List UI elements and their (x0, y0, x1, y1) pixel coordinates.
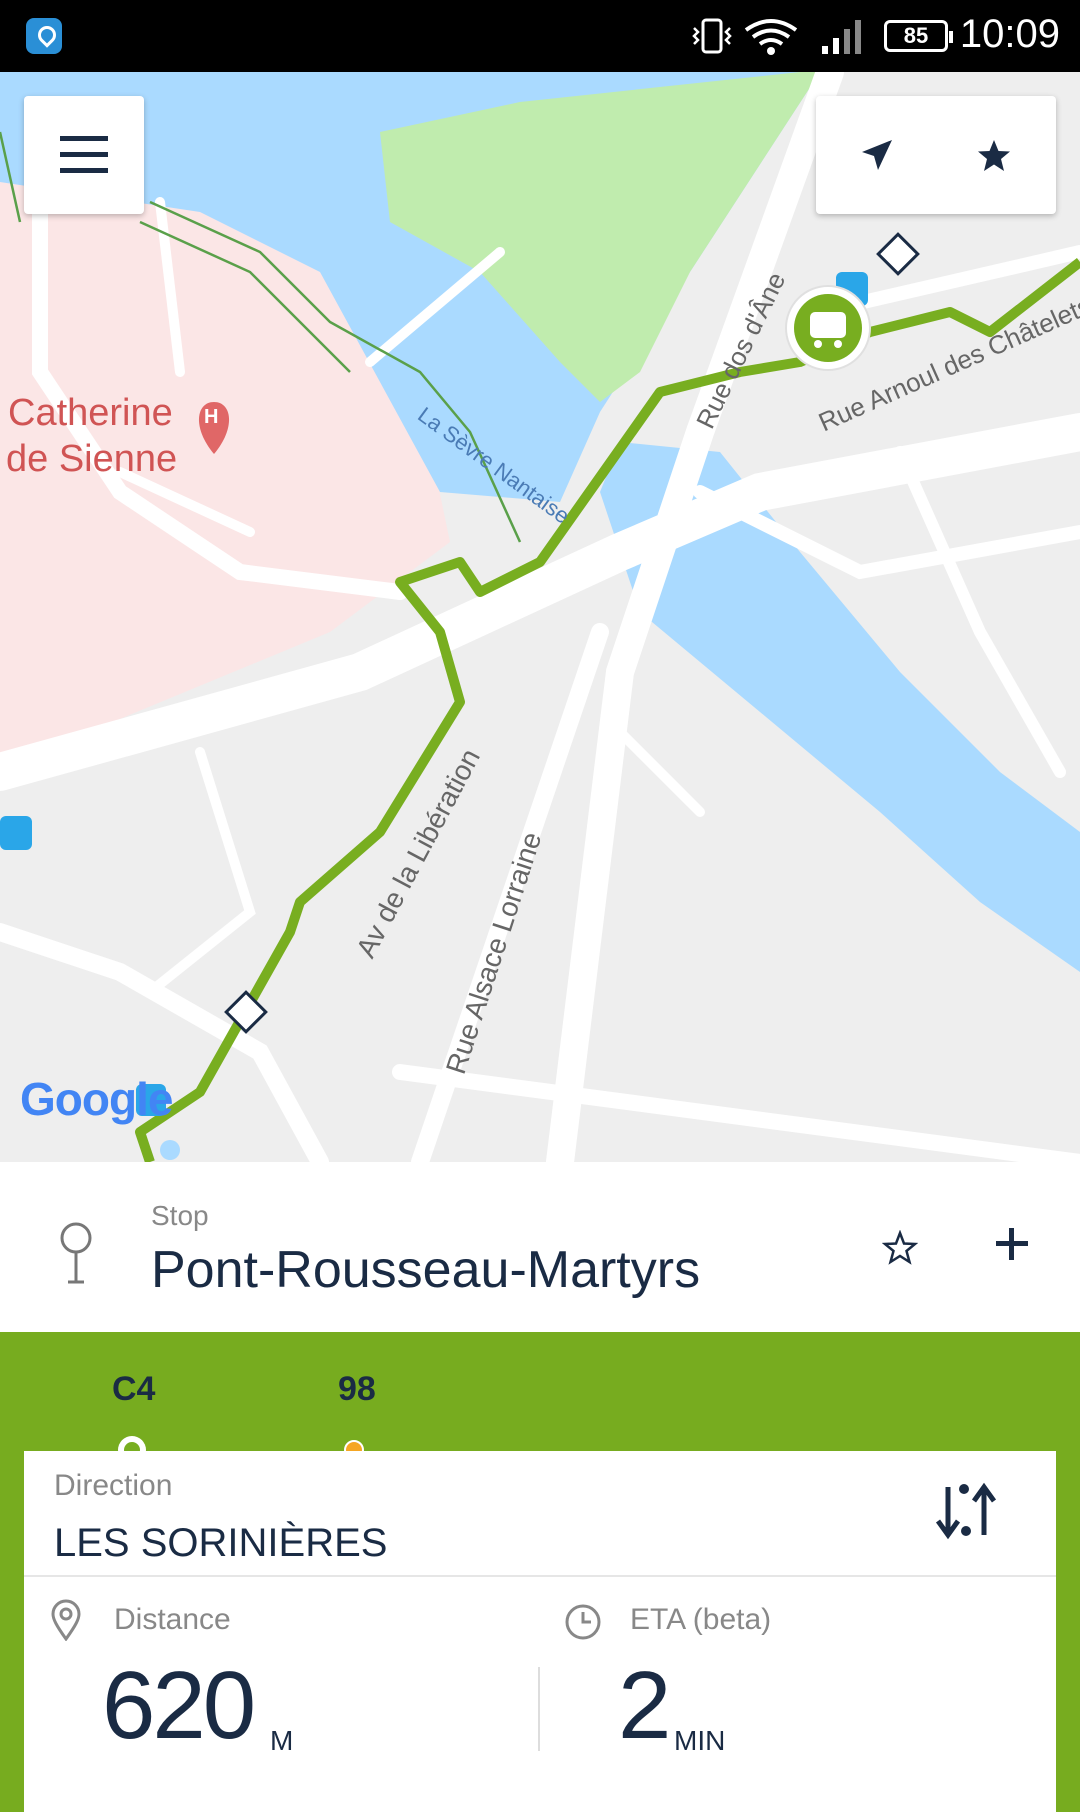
distance-unit: M (270, 1725, 294, 1756)
stop-name: Pont-Rousseau-Martyrs (151, 1241, 701, 1299)
menu-button[interactable] (24, 96, 144, 214)
clock: 10:09 (959, 12, 1060, 56)
status-bar: 85 10:09 (0, 0, 1080, 72)
vibrate-icon (692, 18, 732, 54)
poi-name-line1: Catherine (8, 392, 173, 434)
clock-icon (565, 1604, 601, 1640)
line-tab-98[interactable]: 98 (338, 1370, 376, 1409)
poi-marker-label: H (204, 406, 219, 428)
eta-value: 2 (618, 1652, 671, 1759)
distance-label: Distance (114, 1603, 231, 1636)
star-icon[interactable] (976, 138, 1012, 174)
google-logo: Google (20, 1073, 173, 1125)
poi-name-line2: de Sienne (6, 438, 178, 480)
map-canvas[interactable] (0, 72, 1080, 1162)
star-outline-icon[interactable] (882, 1230, 918, 1266)
direction-value: LES SORINIÈRES (54, 1521, 388, 1565)
location-pin-icon (51, 1599, 81, 1641)
eta-unit: MIN (674, 1725, 726, 1756)
pin-icon (60, 1222, 92, 1284)
add-button[interactable] (996, 1222, 1040, 1266)
direction-label: Direction (54, 1469, 173, 1502)
metrics-divider (538, 1667, 540, 1751)
signal-icon (822, 20, 861, 54)
direction-card: Direction LES SORINIÈRES Distance 620 M … (24, 1451, 1056, 1812)
map-view[interactable]: H Catherine de Sienne La Sèvre Nantaise … (0, 72, 1080, 1162)
eta-label: ETA (beta) (630, 1603, 772, 1636)
navigation-arrow-icon[interactable] (858, 138, 894, 174)
swap-direction-icon[interactable] (934, 1481, 998, 1541)
map-actions (816, 96, 1056, 214)
wifi-icon (744, 19, 798, 55)
location-app-icon (26, 18, 62, 54)
line-tab-c4[interactable]: C4 (112, 1370, 155, 1409)
menu-icon (60, 136, 108, 141)
distance-value: 620 (102, 1652, 256, 1759)
battery-icon: 85 (884, 20, 953, 52)
stop-panel: Stop Pont-Rousseau-Martyrs (0, 1162, 1080, 1332)
divider (24, 1575, 1056, 1577)
stop-label: Stop (151, 1200, 209, 1231)
